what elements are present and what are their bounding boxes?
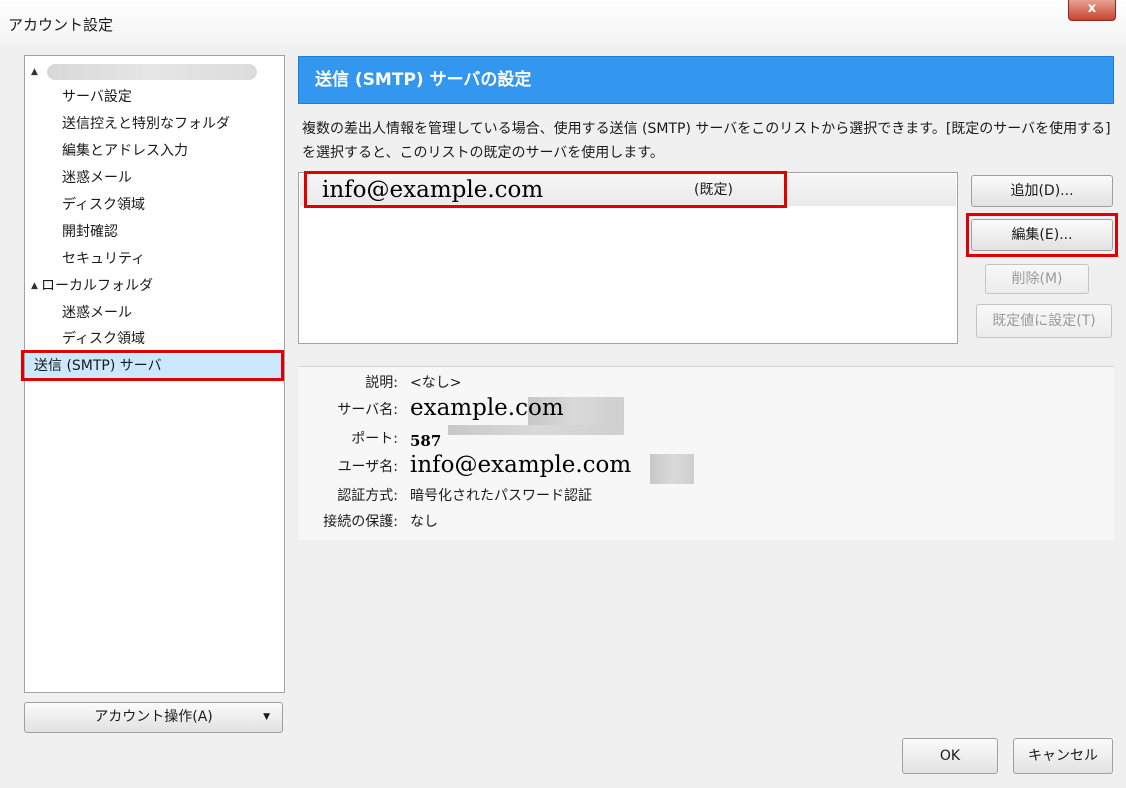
cancel-button[interactable]: キャンセル (1013, 738, 1113, 774)
detail-value: <なし> (410, 375, 462, 391)
tree-item-security[interactable]: セキュリティ (62, 247, 145, 271)
detail-label: ポート: (351, 431, 398, 447)
tree-item-local-junk[interactable]: 迷惑メール (62, 301, 132, 325)
detail-label: 接続の保護: (323, 514, 398, 530)
detail-security-row: 接続の保護: なし (298, 510, 1114, 534)
set-default-button[interactable]: 既定値に設定(T) (976, 304, 1112, 338)
detail-auth-row: 認証方式: 暗号化されたパスワード認証 (298, 484, 1114, 508)
detail-description-row: 説明: <なし> (298, 371, 1114, 395)
server-name: info@example.com (322, 177, 544, 203)
detail-server-value: example.com (410, 395, 564, 421)
tree-local-folders[interactable]: ▲ ローカルフォルダ (25, 274, 153, 298)
detail-user-value: info@example.com (410, 452, 632, 478)
tree-item-disk-space[interactable]: ディスク領域 (62, 193, 145, 217)
delete-button[interactable]: 削除(M) (985, 264, 1089, 294)
tree-item-server-settings[interactable]: サーバ設定 (62, 85, 132, 109)
edit-button[interactable]: 編集(E)... (971, 219, 1113, 251)
tree-item-label: ローカルフォルダ (41, 278, 153, 294)
detail-label: 認証方式: (337, 488, 398, 504)
detail-value: なし (410, 514, 438, 530)
detail-port-row: ポート: 587 (298, 427, 1114, 451)
close-button[interactable]: x (1068, 0, 1116, 21)
title-bar: アカウント設定 x (0, 0, 1126, 44)
detail-server-row: サーバ名: example.com (298, 395, 1114, 422)
tree-item-junk[interactable]: 迷惑メール (62, 166, 132, 190)
smtp-server-list[interactable]: info@example.com (既定) (298, 172, 958, 344)
detail-port-value: 587 (410, 432, 442, 450)
account-actions-label: アカウント操作(A) (94, 709, 213, 725)
account-tree[interactable]: ▲ サーバ設定 送信控えと特別なフォルダ 編集とアドレス入力 迷惑メール ディス… (24, 55, 285, 693)
tree-item-copies-folders[interactable]: 送信控えと特別なフォルダ (62, 112, 230, 136)
detail-value: 暗号化されたパスワード認証 (410, 488, 592, 504)
tree-item-receipts[interactable]: 開封確認 (62, 220, 118, 244)
detail-label: サーバ名: (337, 402, 398, 418)
collapse-arrow-icon[interactable]: ▲ (31, 60, 38, 84)
tree-item-composition[interactable]: 編集とアドレス入力 (62, 139, 188, 163)
ok-button[interactable]: OK (902, 738, 998, 774)
redacted-account-name (47, 64, 257, 80)
server-details: 説明: <なし> サーバ名: example.com ポート: 587 ユーザ名… (298, 366, 1114, 540)
server-list-item[interactable]: info@example.com (既定) (300, 174, 956, 206)
detail-label: ユーザ名: (337, 459, 398, 475)
tree-item-local-disk-space[interactable]: ディスク領域 (62, 327, 145, 351)
add-button[interactable]: 追加(D)... (971, 175, 1113, 207)
smtp-description: 複数の差出人情報を管理している場合、使用する送信 (SMTP) サーバをこのリス… (302, 121, 1111, 161)
account-actions-button[interactable]: アカウント操作(A) ▼ (24, 702, 283, 733)
detail-user-row: ユーザ名: info@example.com (298, 452, 1114, 479)
default-badge: (既定) (694, 182, 733, 198)
detail-label: 説明: (365, 375, 398, 391)
collapse-arrow-icon[interactable]: ▲ (31, 274, 38, 298)
page-heading: 送信 (SMTP) サーバの設定 (298, 56, 1114, 104)
tree-item-label: 送信 (SMTP) サーバ (34, 358, 162, 374)
close-icon: x (1087, 1, 1097, 16)
tree-item-smtp[interactable]: 送信 (SMTP) サーバ (25, 354, 282, 378)
dropdown-caret-icon: ▼ (263, 712, 270, 722)
window-title: アカウント設定 (8, 16, 114, 34)
window-border (0, 44, 6, 788)
